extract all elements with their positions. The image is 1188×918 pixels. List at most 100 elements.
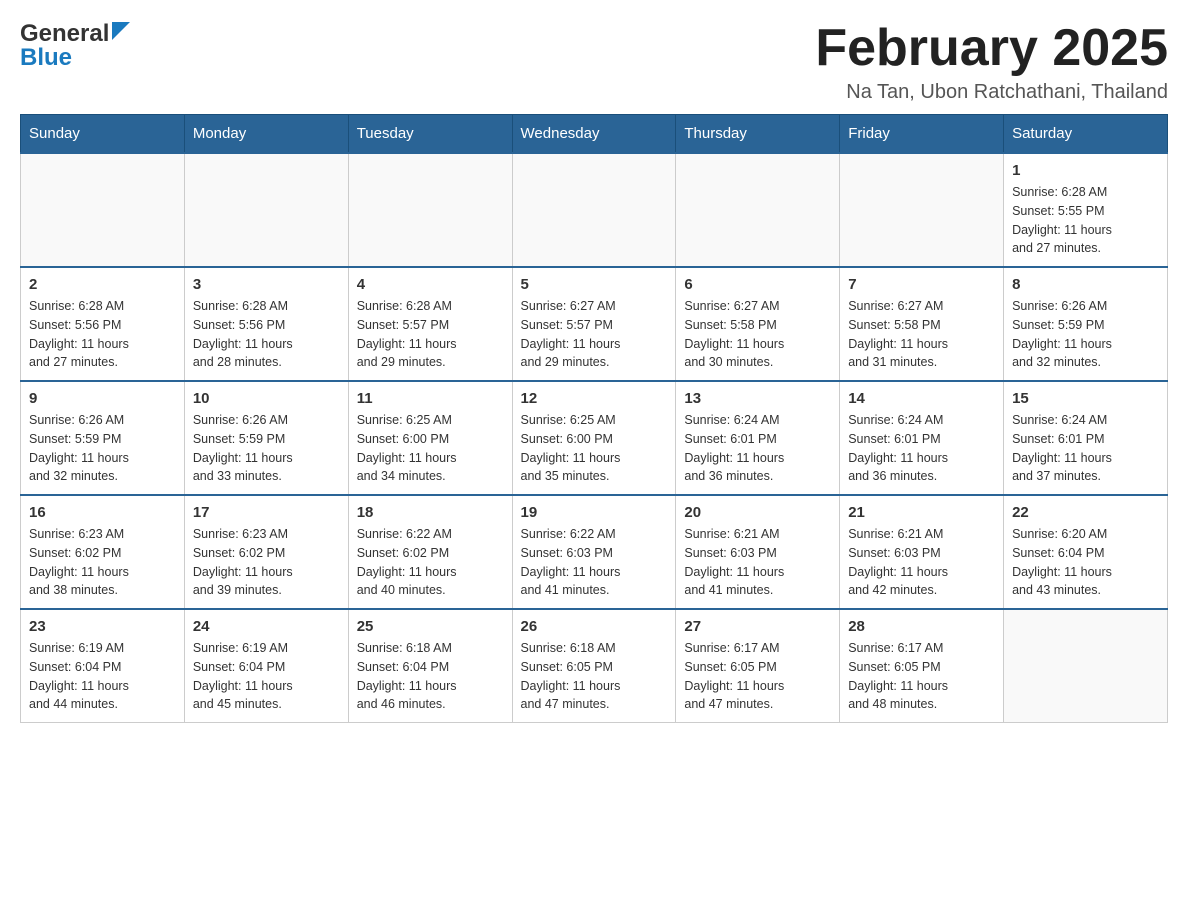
day-number: 23 xyxy=(29,618,176,635)
day-number: 3 xyxy=(193,276,340,293)
day-number: 14 xyxy=(848,390,995,407)
day-of-week-header: Friday xyxy=(840,115,1004,154)
calendar-cell: 8Sunrise: 6:26 AM Sunset: 5:59 PM Daylig… xyxy=(1004,267,1168,381)
day-info: Sunrise: 6:17 AM Sunset: 6:05 PM Dayligh… xyxy=(684,639,831,714)
day-info: Sunrise: 6:19 AM Sunset: 6:04 PM Dayligh… xyxy=(193,639,340,714)
calendar-cell: 15 Sunrise: 6:24 AM Sunset: 6:01 PM Dayli… xyxy=(1004,381,1168,495)
calendar-cell: 21Sunrise: 6:21 AM Sunset: 6:03 PM Dayli… xyxy=(840,495,1004,609)
month-title: February 2025 xyxy=(815,20,1168,77)
day-number: 26 xyxy=(521,618,668,635)
day-info: Sunrise: 6:22 AM Sunset: 6:03 PM Dayligh… xyxy=(521,525,668,600)
day-number: 9 xyxy=(29,390,176,407)
calendar-cell: 4Sunrise: 6:28 AM Sunset: 5:57 PM Daylig… xyxy=(348,267,512,381)
calendar-cell xyxy=(512,153,676,267)
day-number: 20 xyxy=(684,504,831,521)
day-of-week-header: Thursday xyxy=(676,115,840,154)
logo-blue-text: Blue xyxy=(20,44,72,72)
calendar-cell: 25 Sunrise: 6:18 AM Sunset: 6:04 PM Dayli… xyxy=(348,609,512,723)
day-info: Sunrise: 6:22 AM Sunset: 6:02 PM Dayligh… xyxy=(357,525,504,600)
calendar-cell xyxy=(348,153,512,267)
calendar-week-row: 2 Sunrise: 6:28 AM Sunset: 5:56 PM Daylig… xyxy=(21,267,1168,381)
logo: General Blue xyxy=(20,20,130,72)
day-number: 5 xyxy=(521,276,668,293)
day-info: Sunrise: 6:23 AM Sunset: 6:02 PM Dayligh… xyxy=(29,525,176,600)
day-number: 7 xyxy=(848,276,995,293)
day-of-week-header: Saturday xyxy=(1004,115,1168,154)
day-info: Sunrise: 6:24 AM Sunset: 6:01 PM Dayligh… xyxy=(1012,411,1159,486)
day-info: Sunrise: 6:27 AM Sunset: 5:57 PM Dayligh… xyxy=(521,297,668,372)
day-info: Sunrise: 6:18 AM Sunset: 6:05 PM Dayligh… xyxy=(521,639,668,714)
day-info: Sunrise: 6:25 AM Sunset: 6:00 PM Dayligh… xyxy=(521,411,668,486)
day-number: 2 xyxy=(29,276,176,293)
day-info: Sunrise: 6:20 AM Sunset: 6:04 PM Dayligh… xyxy=(1012,525,1159,600)
location-text: Na Tan, Ubon Ratchathani, Thailand xyxy=(815,81,1168,104)
calendar-cell: 13 Sunrise: 6:24 AM Sunset: 6:01 PM Dayli… xyxy=(676,381,840,495)
calendar-header-row: SundayMondayTuesdayWednesdayThursdayFrid… xyxy=(21,115,1168,154)
day-number: 16 xyxy=(29,504,176,521)
calendar-cell: 23Sunrise: 6:19 AM Sunset: 6:04 PM Dayli… xyxy=(21,609,185,723)
day-number: 25 xyxy=(357,618,504,635)
day-info: Sunrise: 6:18 AM Sunset: 6:04 PM Dayligh… xyxy=(357,639,504,714)
day-of-week-header: Sunday xyxy=(21,115,185,154)
calendar-cell: 1 Sunrise: 6:28 AM Sunset: 5:55 PM Daylig… xyxy=(1004,153,1168,267)
day-number: 28 xyxy=(848,618,995,635)
day-number: 22 xyxy=(1012,504,1159,521)
day-number: 27 xyxy=(684,618,831,635)
calendar-week-row: 1 Sunrise: 6:28 AM Sunset: 5:55 PM Daylig… xyxy=(21,153,1168,267)
day-info: Sunrise: 6:28 AM Sunset: 5:56 PM Dayligh… xyxy=(193,297,340,372)
day-info: Sunrise: 6:24 AM Sunset: 6:01 PM Dayligh… xyxy=(848,411,995,486)
day-info: Sunrise: 6:28 AM Sunset: 5:56 PM Dayligh… xyxy=(29,297,176,372)
calendar-cell: 28 Sunrise: 6:17 AM Sunset: 6:05 PM Dayli… xyxy=(840,609,1004,723)
day-info: Sunrise: 6:28 AM Sunset: 5:57 PM Dayligh… xyxy=(357,297,504,372)
calendar-cell: 24 Sunrise: 6:19 AM Sunset: 6:04 PM Dayli… xyxy=(184,609,348,723)
calendar-week-row: 23 Sunrise: 6:19 AM Sunset: 6:04 PM Dayli… xyxy=(21,609,1168,723)
day-info: Sunrise: 6:23 AM Sunset: 6:02 PM Dayligh… xyxy=(193,525,340,600)
calendar-cell: 14 Sunrise: 6:24 AM Sunset: 6:01 PM Dayli… xyxy=(840,381,1004,495)
day-number: 6 xyxy=(684,276,831,293)
calendar-cell xyxy=(184,153,348,267)
calendar-cell: 18 Sunrise: 6:22 AM Sunset: 6:02 PM Dayli… xyxy=(348,495,512,609)
day-info: Sunrise: 6:28 AM Sunset: 5:55 PM Dayligh… xyxy=(1012,183,1159,258)
day-number: 1 xyxy=(1012,162,1159,179)
day-info: Sunrise: 6:27 AM Sunset: 5:58 PM Dayligh… xyxy=(848,297,995,372)
day-number: 18 xyxy=(357,504,504,521)
calendar-cell: 27 Sunrise: 6:17 AM Sunset: 6:05 PM Dayli… xyxy=(676,609,840,723)
calendar-cell xyxy=(21,153,185,267)
day-info: Sunrise: 6:26 AM Sunset: 5:59 PM Dayligh… xyxy=(193,411,340,486)
day-info: Sunrise: 6:24 AM Sunset: 6:01 PM Dayligh… xyxy=(684,411,831,486)
day-number: 15 xyxy=(1012,390,1159,407)
calendar-cell: 19 Sunrise: 6:22 AM Sunset: 6:03 PM Dayli… xyxy=(512,495,676,609)
calendar-cell: 11 Sunrise: 6:25 AM Sunset: 6:00 PM Dayli… xyxy=(348,381,512,495)
title-area: February 2025 Na Tan, Ubon Ratchathani, … xyxy=(815,20,1168,104)
calendar-cell xyxy=(676,153,840,267)
calendar-cell: 16 Sunrise: 6:23 AM Sunset: 6:02 PM Dayli… xyxy=(21,495,185,609)
day-info: Sunrise: 6:26 AM Sunset: 5:59 PM Dayligh… xyxy=(29,411,176,486)
calendar-cell: 22 Sunrise: 6:20 AM Sunset: 6:04 PM Dayli… xyxy=(1004,495,1168,609)
calendar-cell xyxy=(840,153,1004,267)
calendar-cell: 7 Sunrise: 6:27 AM Sunset: 5:58 PM Daylig… xyxy=(840,267,1004,381)
day-number: 10 xyxy=(193,390,340,407)
calendar-table: SundayMondayTuesdayWednesdayThursdayFrid… xyxy=(20,114,1168,723)
calendar-cell: 10 Sunrise: 6:26 AM Sunset: 5:59 PM Dayli… xyxy=(184,381,348,495)
day-number: 21 xyxy=(848,504,995,521)
day-info: Sunrise: 6:17 AM Sunset: 6:05 PM Dayligh… xyxy=(848,639,995,714)
day-number: 12 xyxy=(521,390,668,407)
calendar-week-row: 9 Sunrise: 6:26 AM Sunset: 5:59 PM Daylig… xyxy=(21,381,1168,495)
calendar-cell: 2 Sunrise: 6:28 AM Sunset: 5:56 PM Daylig… xyxy=(21,267,185,381)
logo-triangle-icon xyxy=(112,22,130,45)
day-number: 17 xyxy=(193,504,340,521)
calendar-cell: 20Sunrise: 6:21 AM Sunset: 6:03 PM Dayli… xyxy=(676,495,840,609)
calendar-cell: 9 Sunrise: 6:26 AM Sunset: 5:59 PM Daylig… xyxy=(21,381,185,495)
calendar-cell: 6Sunrise: 6:27 AM Sunset: 5:58 PM Daylig… xyxy=(676,267,840,381)
day-number: 19 xyxy=(521,504,668,521)
calendar-cell xyxy=(1004,609,1168,723)
page-header: General Blue February 2025 Na Tan, Ubon … xyxy=(20,20,1168,104)
day-number: 24 xyxy=(193,618,340,635)
day-number: 8 xyxy=(1012,276,1159,293)
day-of-week-header: Monday xyxy=(184,115,348,154)
day-number: 11 xyxy=(357,390,504,407)
day-number: 13 xyxy=(684,390,831,407)
day-of-week-header: Tuesday xyxy=(348,115,512,154)
day-info: Sunrise: 6:25 AM Sunset: 6:00 PM Dayligh… xyxy=(357,411,504,486)
calendar-cell: 3 Sunrise: 6:28 AM Sunset: 5:56 PM Daylig… xyxy=(184,267,348,381)
